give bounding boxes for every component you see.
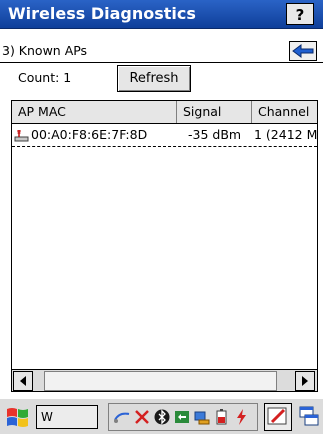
triangle-right-icon bbox=[302, 376, 308, 386]
system-tray bbox=[108, 403, 258, 431]
column-header-channel[interactable]: Channel bbox=[252, 101, 317, 123]
divider bbox=[0, 62, 323, 63]
battery-icon[interactable] bbox=[213, 408, 231, 426]
column-header-ap-mac[interactable]: AP MAC bbox=[12, 101, 177, 123]
bluetooth-icon[interactable] bbox=[153, 408, 171, 426]
refresh-button[interactable]: Refresh bbox=[117, 65, 191, 92]
scroll-thumb[interactable] bbox=[44, 371, 277, 391]
charging-icon[interactable] bbox=[233, 408, 251, 426]
count-label: Count: 1 bbox=[18, 70, 72, 85]
column-header-signal[interactable]: Signal bbox=[177, 101, 252, 123]
taskbar: W bbox=[0, 398, 323, 434]
sync-icon[interactable] bbox=[173, 408, 191, 426]
window-title: Wireless Diagnostics bbox=[8, 4, 196, 23]
start-button[interactable] bbox=[4, 405, 32, 429]
windows-cascade-button[interactable] bbox=[298, 403, 320, 431]
row-focus-outline bbox=[12, 146, 317, 147]
back-button[interactable] bbox=[289, 41, 317, 61]
input-panel-button[interactable] bbox=[264, 403, 292, 431]
scroll-right-button[interactable] bbox=[295, 371, 315, 391]
scroll-left-button[interactable] bbox=[13, 371, 33, 391]
wireless-status-icon[interactable] bbox=[133, 408, 151, 426]
connectivity-icon[interactable] bbox=[113, 408, 131, 426]
pen-icon bbox=[267, 407, 287, 425]
triangle-left-icon bbox=[20, 376, 26, 386]
taskbar-app-button[interactable]: W bbox=[36, 405, 98, 429]
known-aps-list[interactable]: AP MAC Signal Channel 00:A0:F8:6E:7F:8D … bbox=[11, 100, 318, 392]
title-bar: Wireless Diagnostics ? bbox=[0, 0, 323, 29]
screen-selector-row: 3) Known APs bbox=[0, 29, 323, 63]
cell-channel: 1 (2412 MH bbox=[254, 127, 318, 142]
windows-start-icon bbox=[7, 408, 28, 427]
help-button[interactable]: ? bbox=[286, 3, 314, 25]
access-point-icon bbox=[14, 130, 29, 142]
screen-select[interactable]: 3) Known APs bbox=[0, 42, 284, 60]
table-row[interactable]: 00:A0:F8:6E:7F:8D -35 dBm 1 (2412 MH bbox=[12, 125, 318, 145]
cell-ap-mac: 00:A0:F8:6E:7F:8D bbox=[31, 127, 148, 142]
list-header: AP MAC Signal Channel bbox=[12, 101, 317, 124]
network-icon[interactable] bbox=[193, 408, 211, 426]
cell-signal: -35 dBm bbox=[188, 127, 242, 142]
horizontal-scrollbar[interactable] bbox=[12, 369, 317, 391]
cascade-windows-icon bbox=[299, 406, 319, 426]
back-arrow-icon bbox=[292, 44, 314, 58]
